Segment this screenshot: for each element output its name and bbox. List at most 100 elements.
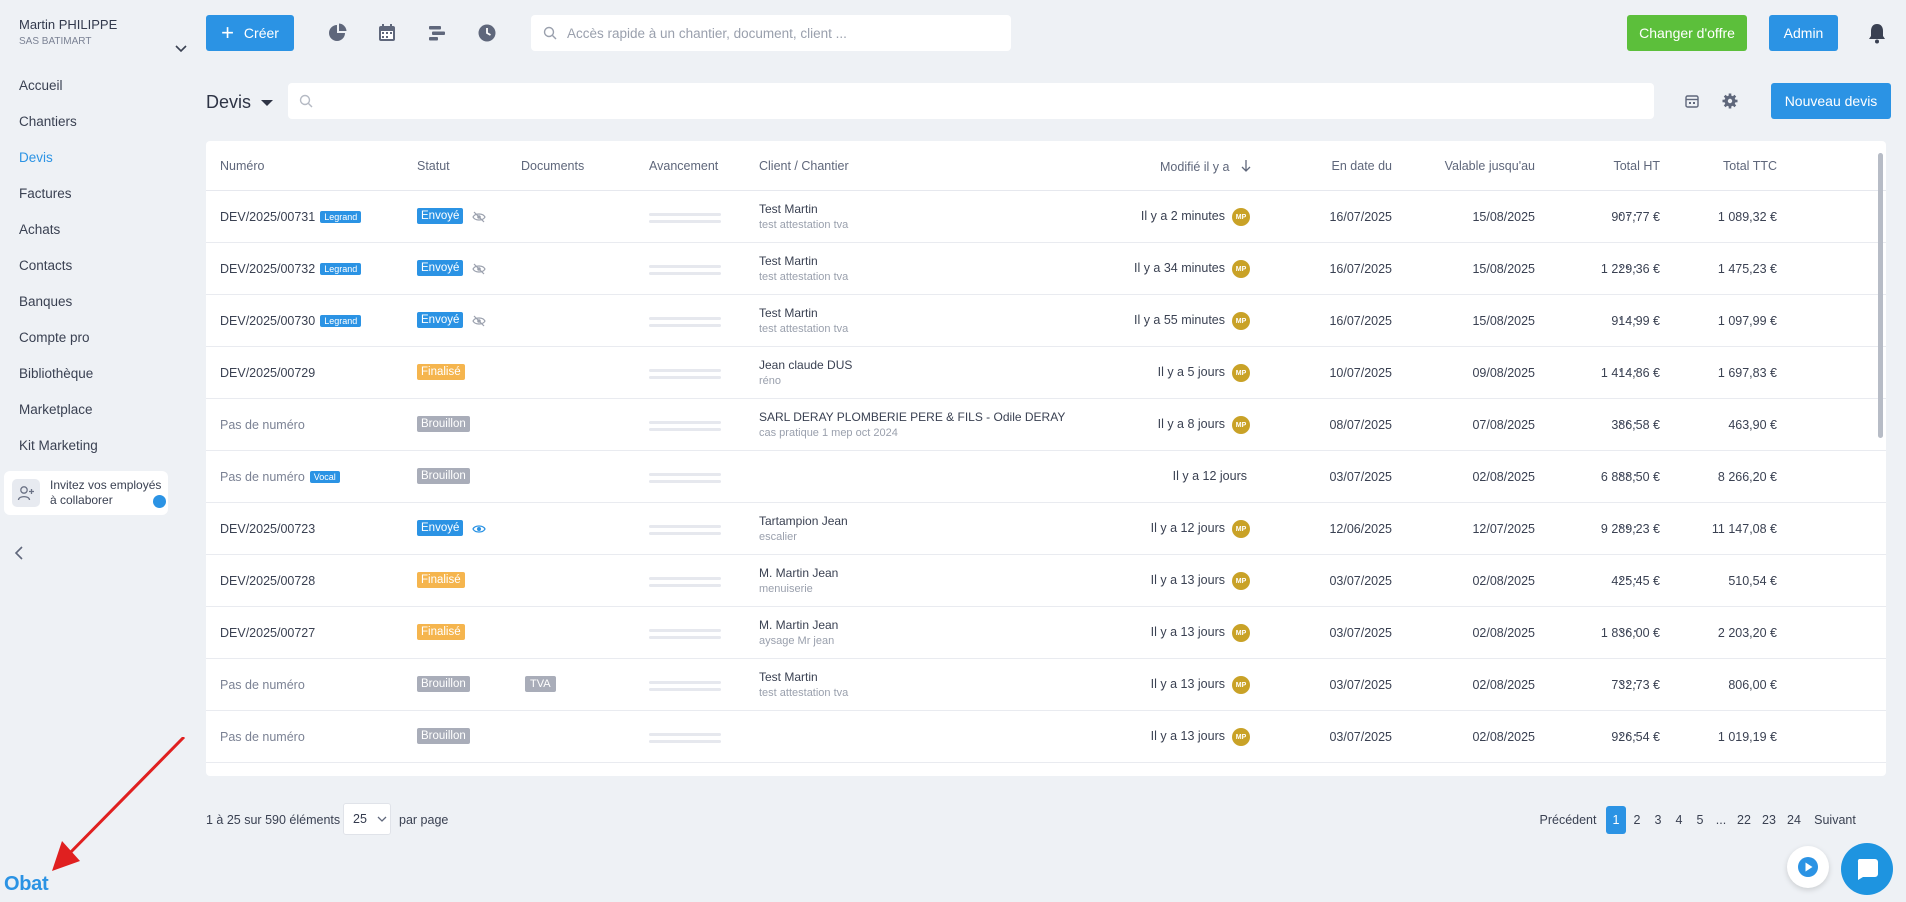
progress-bar: [649, 577, 721, 591]
progress-bar: [649, 317, 721, 331]
chantier-name: aysage Mr jean: [759, 635, 835, 647]
sidebar-item-kit-marketing[interactable]: Kit Marketing: [19, 438, 98, 474]
header-avancement[interactable]: Avancement: [649, 159, 718, 173]
info-badge-icon: [153, 495, 166, 508]
row-number-text: DEV/2025/00728: [220, 574, 316, 588]
status-badge: Envoyé: [417, 312, 464, 328]
more-actions-icon[interactable]: ···: [1618, 516, 1639, 537]
valid-until-cell: 12/07/2025: [1472, 522, 1535, 536]
more-actions-icon[interactable]: ···: [1618, 568, 1639, 589]
client-cell: Test Martin test attestation tva: [759, 306, 848, 335]
table-row[interactable]: DEV/2025/00723 Envoyé Tartampion Jean escal…: [206, 503, 1886, 555]
more-actions-icon[interactable]: ···: [1618, 412, 1639, 433]
pagination-page[interactable]: 5: [1690, 806, 1710, 834]
gear-icon[interactable]: [1721, 92, 1739, 110]
chevron-down-icon[interactable]: [174, 41, 188, 55]
chantier-name: menuiserie: [759, 583, 813, 595]
table-row[interactable]: Pas de numéro Brouillon SARL DERAY PLOMBER…: [206, 399, 1886, 451]
row-number: DEV/2025/00732 Legrand: [220, 262, 362, 276]
sidebar-item-biblioth-que[interactable]: Bibliothèque: [19, 366, 98, 402]
pagination-page[interactable]: 23: [1757, 806, 1781, 834]
sidebar-item-marketplace[interactable]: Marketplace: [19, 402, 98, 438]
calendar-icon[interactable]: [376, 22, 398, 44]
sidebar-item-devis[interactable]: Devis: [19, 150, 98, 186]
header-client[interactable]: Client / Chantier: [759, 159, 849, 173]
header-valable[interactable]: Valable jusqu'au: [1420, 159, 1535, 173]
more-actions-icon[interactable]: ···: [1618, 256, 1639, 277]
header-date[interactable]: En date du: [1286, 159, 1392, 173]
sidebar-item-compte-pro[interactable]: Compte pro: [19, 330, 98, 366]
sidebar-item-achats[interactable]: Achats: [19, 222, 98, 258]
new-devis-button[interactable]: Nouveau devis: [1771, 83, 1891, 119]
pagination-page[interactable]: 22: [1732, 806, 1756, 834]
more-actions-icon[interactable]: ···: [1618, 360, 1639, 381]
header-total-ttc[interactable]: Total TTC: [1686, 159, 1777, 173]
sidebar-item-banques[interactable]: Banques: [19, 294, 98, 330]
table-row[interactable]: DEV/2025/00728 Finalisé M. Martin Jean menu…: [206, 555, 1886, 607]
play-video-button[interactable]: [1787, 846, 1829, 888]
pagination-ellipsis[interactable]: ...: [1711, 806, 1731, 834]
table-row[interactable]: DEV/2025/00727 Finalisé M. Martin Jean aysa…: [206, 607, 1886, 659]
status-badge: Brouillon: [417, 468, 470, 484]
table-scrollbar[interactable]: [1878, 153, 1883, 438]
pagination-page[interactable]: 2: [1627, 806, 1647, 834]
more-actions-icon[interactable]: ···: [1618, 620, 1639, 641]
progress-bar: [649, 681, 721, 695]
header-modifie[interactable]: Modifié il y a: [1160, 159, 1251, 174]
more-actions-icon[interactable]: ···: [1618, 464, 1639, 485]
pagination-previous[interactable]: Précédent: [1536, 806, 1600, 834]
pagination-page[interactable]: 3: [1648, 806, 1668, 834]
date-cell: 12/06/2025: [1329, 522, 1392, 536]
header-statut[interactable]: Statut: [417, 159, 450, 173]
per-page-select[interactable]: 25: [343, 803, 391, 835]
admin-button[interactable]: Admin: [1769, 15, 1838, 51]
more-actions-icon[interactable]: ···: [1618, 204, 1639, 225]
page-title-dropdown[interactable]: Devis: [206, 92, 274, 113]
row-number-text: DEV/2025/00729: [220, 366, 316, 380]
table-row[interactable]: Pas de numéro Brouillon Il y a 13 jours MP 0…: [206, 711, 1886, 763]
valid-until-cell: 02/08/2025: [1472, 626, 1535, 640]
collapse-sidebar-icon[interactable]: [12, 545, 26, 561]
pagination-page[interactable]: 1: [1606, 806, 1626, 834]
pie-chart-icon[interactable]: [326, 22, 348, 44]
header-total-ht[interactable]: Total HT: [1576, 159, 1660, 173]
table-row[interactable]: DEV/2025/00731 Legrand Envoyé Test Martin te…: [206, 191, 1886, 243]
table-row[interactable]: Pas de numéro Vocal Brouillon Il y a 12 jou…: [206, 451, 1886, 503]
modified-ago: Il y a 12 jours: [1172, 469, 1247, 483]
pagination-next[interactable]: Suivant: [1807, 806, 1863, 834]
gantt-icon[interactable]: [426, 22, 448, 44]
table-row[interactable]: Test Martin: [206, 763, 1886, 776]
table-row[interactable]: DEV/2025/00732 Legrand Envoyé Test Martin te…: [206, 243, 1886, 295]
sidebar-item-accueil[interactable]: Accueil: [19, 78, 98, 114]
calendar-filter-icon[interactable]: [1683, 92, 1701, 110]
clock-icon[interactable]: [476, 22, 498, 44]
change-offer-button[interactable]: Changer d'offre: [1627, 15, 1747, 51]
more-actions-icon[interactable]: ···: [1618, 672, 1639, 693]
table-row[interactable]: DEV/2025/00730 Legrand Envoyé Test Martin te…: [206, 295, 1886, 347]
devis-search-input[interactable]: [288, 83, 1654, 119]
client-name: M. Martin Jean: [759, 618, 839, 632]
invite-line1: Invitez vos employés: [50, 478, 162, 492]
client-name: M. Martin Jean: [759, 566, 839, 580]
more-actions-icon[interactable]: ···: [1618, 724, 1639, 745]
table-header: Numéro Statut Documents Avancement Clien…: [206, 141, 1886, 191]
create-button[interactable]: + Créer: [206, 15, 294, 51]
user-menu[interactable]: Martin PHILIPPE SAS BATIMART: [19, 17, 187, 53]
quick-search-input[interactable]: Accès rapide à un chantier, document, cl…: [531, 15, 1011, 51]
pagination-page[interactable]: 24: [1782, 806, 1806, 834]
row-tag: Legrand: [320, 263, 362, 275]
more-actions-icon[interactable]: ···: [1618, 308, 1639, 329]
sidebar-item-chantiers[interactable]: Chantiers: [19, 114, 98, 150]
header-numero[interactable]: Numéro: [220, 159, 264, 173]
sort-down-icon: [1241, 160, 1251, 172]
pagination-page[interactable]: 4: [1669, 806, 1689, 834]
header-documents[interactable]: Documents: [521, 159, 584, 173]
row-number-text: Pas de numéro: [220, 678, 305, 692]
invite-employees-button[interactable]: Invitez vos employés à collaborer: [4, 471, 168, 515]
chat-button[interactable]: [1841, 843, 1893, 895]
sidebar-item-contacts[interactable]: Contacts: [19, 258, 98, 294]
bell-icon[interactable]: [1867, 22, 1887, 44]
table-row[interactable]: DEV/2025/00729 Finalisé Jean claude DUS rén…: [206, 347, 1886, 399]
table-row[interactable]: Pas de numéro Brouillon TVA Test Martin test…: [206, 659, 1886, 711]
sidebar-item-factures[interactable]: Factures: [19, 186, 98, 222]
